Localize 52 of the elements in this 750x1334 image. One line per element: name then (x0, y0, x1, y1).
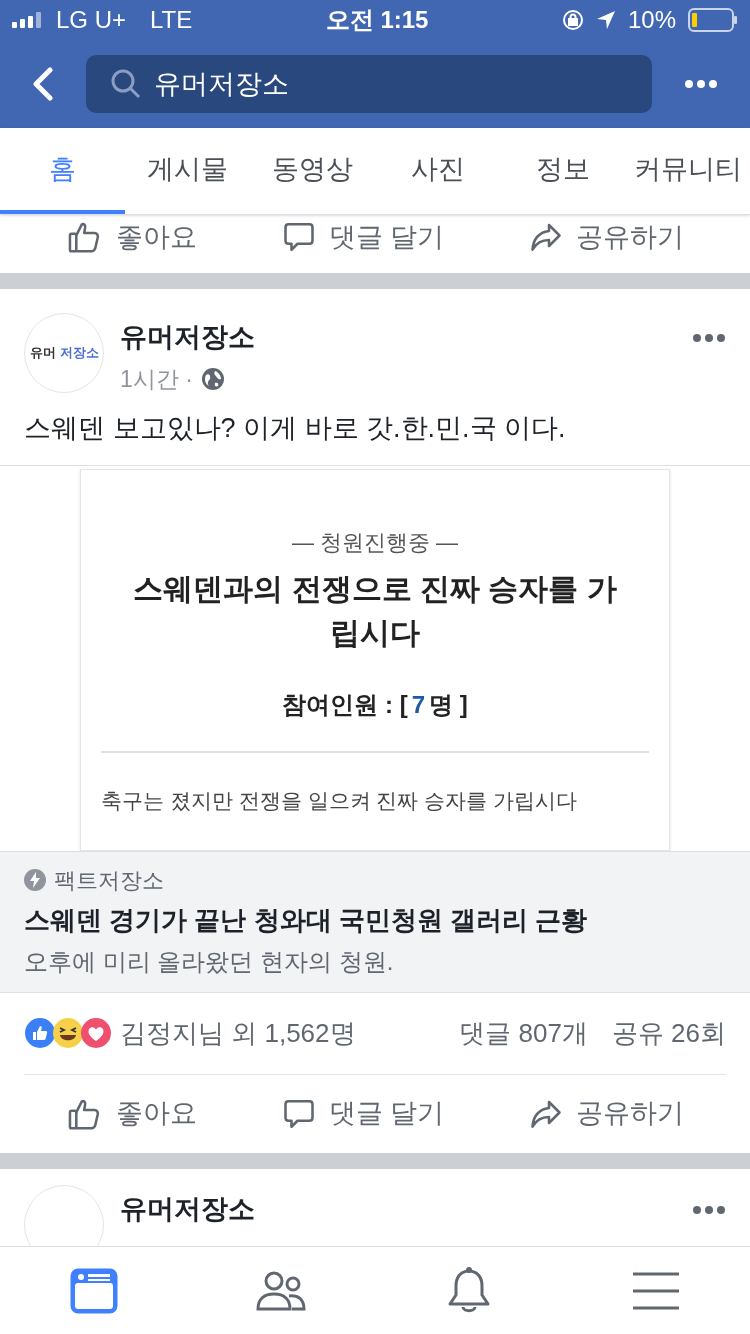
page-name[interactable]: 유머저장소 (120, 317, 676, 358)
post-text: 스웨덴 보고있나? 이게 바로 갓.한.민.국 이다. (23, 412, 567, 445)
network-type: LTE (150, 5, 193, 35)
share-button[interactable]: 공유하기 (528, 215, 685, 259)
link-subtitle: 오후에 미리 올라왔던 현자의 청원. (24, 946, 395, 977)
more-icon[interactable] (684, 79, 718, 89)
page-tab[interactable]: 동영상 (250, 128, 375, 214)
search-icon (110, 68, 142, 100)
link-preview[interactable]: 팩트저장소 스웨덴 경기가 끝난 청와대 국민청원 갤러리 근황 오후에 미리 올라왔던 현자의 청원. (0, 850, 750, 993)
petition-status: — 청원진행중 — (291, 528, 459, 557)
page-name[interactable]: 유머저장소 (120, 1184, 676, 1229)
like-reaction-icon (24, 1017, 56, 1049)
location-arrow-icon (595, 10, 616, 30)
lightning-icon (24, 869, 46, 891)
avatar-text-right: 저장소 (59, 344, 99, 363)
bell-icon[interactable] (446, 1266, 491, 1315)
menu-icon[interactable] (633, 1271, 680, 1310)
link-title: 스웨덴 경기가 끝난 청와대 국민청원 갤러리 근황 (24, 903, 589, 937)
globe-icon (200, 366, 225, 391)
comment-count[interactable]: 댓글 807개 (459, 1013, 588, 1053)
page-tab[interactable]: 사진 (375, 128, 500, 214)
page-tab[interactable]: 게시물 (125, 128, 250, 214)
petition-title: 스웨덴과의 전쟁으로 진짜 승자를 가립시다 (132, 570, 618, 651)
news-feed-icon[interactable] (69, 1267, 118, 1314)
page-tab[interactable]: 홈 (0, 128, 125, 214)
page-tab[interactable]: 커뮤니티 (625, 128, 750, 214)
post-time: 1시간 · (120, 364, 193, 394)
petition-screenshot[interactable]: — 청원진행중 — 스웨덴과의 전쟁으로 진짜 승자를 가립시다 참여인원 : [ 7 명 ] 축구는 졌지만 전쟁을 일으켜 진짜 승자를 가립시다 (80, 468, 670, 851)
avatar-text-left: 유머 (29, 344, 56, 363)
heart-reaction-icon (80, 1017, 112, 1049)
laughing-emoji-icon (52, 1017, 84, 1049)
more-icon[interactable] (692, 333, 726, 343)
participant-count: 참여인원 : [ 7 명 ] (282, 689, 468, 720)
carrier-name: LG U+ (56, 5, 127, 35)
search-field[interactable]: 유머저장소 (86, 55, 652, 113)
battery-icon (688, 8, 738, 32)
comment-button[interactable]: 댓글 달기 (280, 215, 445, 259)
clock: 오전 1:15 (325, 5, 429, 35)
like-button[interactable]: 좋아요 (65, 1089, 197, 1138)
rotation-lock-icon (561, 9, 584, 31)
like-button[interactable]: 좋아요 (65, 215, 197, 259)
battery-percent: 10% (627, 5, 676, 35)
share-count[interactable]: 공유 26회 (611, 1013, 726, 1053)
share-button[interactable]: 공유하기 (528, 1089, 685, 1138)
page-avatar[interactable]: 유머 저장소 (24, 313, 104, 393)
back-icon[interactable] (32, 67, 54, 101)
comment-button[interactable]: 댓글 달기 (280, 1089, 445, 1138)
link-source: 팩트저장소 (54, 866, 164, 895)
petition-body: 축구는 졌지만 전쟁을 일으켜 진짜 승자를 가립시다 (101, 787, 577, 814)
more-icon[interactable] (692, 1204, 726, 1215)
reaction-summary[interactable]: 김정지님 외 1,562명 (120, 1013, 356, 1053)
page-tab[interactable]: 정보 (500, 128, 625, 214)
